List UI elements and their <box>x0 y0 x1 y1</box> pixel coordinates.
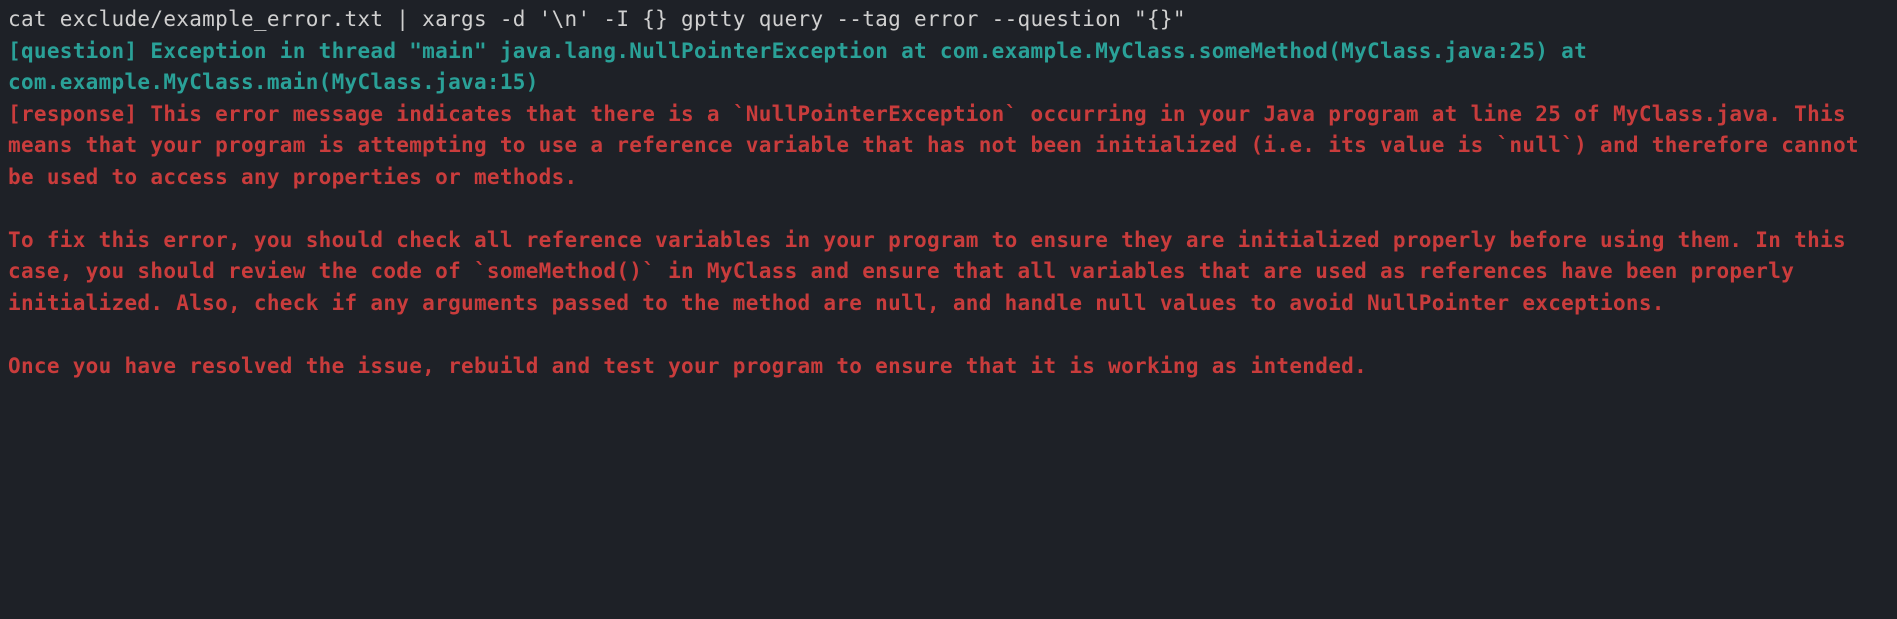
question-label: [question] <box>8 39 137 63</box>
command-line: cat exclude/example_error.txt | xargs -d… <box>8 7 1186 31</box>
terminal-output[interactable]: cat exclude/example_error.txt | xargs -d… <box>8 4 1889 382</box>
response-label: [response] <box>8 102 137 126</box>
response-text: This error message indicates that there … <box>8 102 1872 378</box>
question-text: Exception in thread "main" java.lang.Nul… <box>8 39 1600 95</box>
